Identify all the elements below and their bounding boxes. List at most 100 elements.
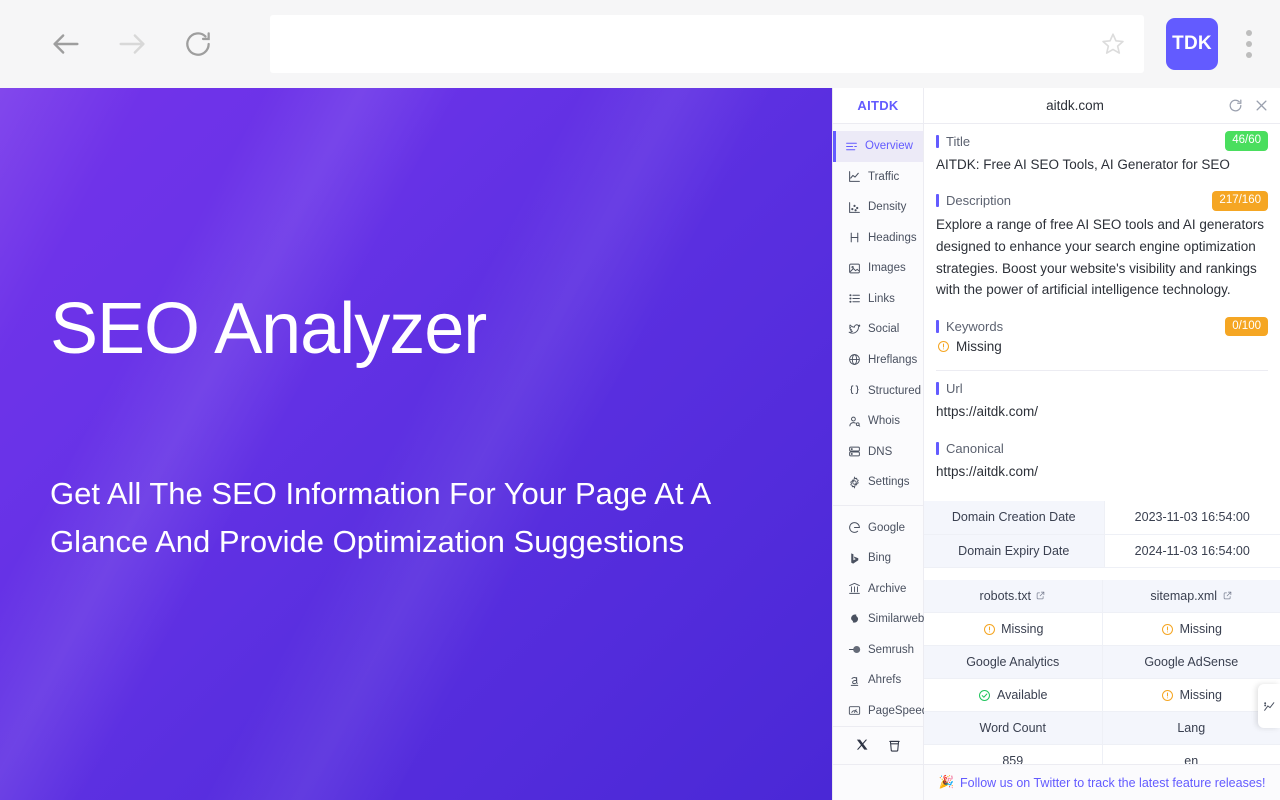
robots-txt-status: Missing (924, 612, 1103, 647)
field-url: Url https://aitdk.com/ (924, 375, 1280, 431)
sidebar-item-similarweb[interactable]: Similarweb (833, 604, 924, 635)
check-circle-icon (978, 688, 992, 702)
sidebar-item-pagespeed[interactable]: PageSpeed (833, 696, 928, 727)
content-scroll-area[interactable]: Title 46/60 AITDK: Free AI SEO Tools, AI… (924, 124, 1280, 764)
forward-button[interactable] (104, 16, 160, 72)
table-row: Available Missing (924, 678, 1280, 713)
field-keywords-label-group: Keywords (936, 319, 1003, 334)
sidebar-item-links[interactable]: Links (833, 284, 923, 315)
google-analytics-status: Available (924, 678, 1103, 713)
field-title-header: Title 46/60 (936, 128, 1268, 154)
robots-txt-header[interactable]: robots.txt (924, 579, 1103, 614)
google-adsense-status: Missing (1102, 678, 1280, 713)
external-link-icon (1222, 591, 1232, 601)
domain-dates-table: Domain Creation Date 2023-11-03 16:54:00… (924, 501, 1280, 568)
semrush-icon (847, 643, 861, 657)
sidebar-item-headings[interactable]: Headings (833, 223, 923, 254)
sidebar-item-hreflangs[interactable]: Hreflangs (833, 345, 923, 376)
sidebar-item-label: Traffic (868, 170, 900, 183)
sidebar-item-ahrefs[interactable]: Ahrefs (833, 665, 923, 696)
sidebar-item-social[interactable]: Social (833, 314, 923, 345)
traffic-icon (847, 170, 861, 184)
field-canonical-header: Canonical (936, 435, 1268, 461)
reload-button[interactable] (170, 16, 226, 72)
google-icon (847, 521, 861, 535)
menu-dot (1246, 41, 1252, 47)
panel-footer-left (833, 765, 924, 800)
sidebar-item-settings[interactable]: Settings (833, 467, 923, 498)
address-bar[interactable] (270, 15, 1144, 73)
field-url-header: Url (936, 375, 1268, 401)
sidebar-item-images[interactable]: Images (833, 253, 923, 284)
title-value: AITDK: Free AI SEO Tools, AI Generator f… (936, 157, 1230, 172)
sidebar-item-overview[interactable]: Overview (833, 131, 923, 162)
status-grid-table: robots.txt sitemap.xml Missing Missing G… (924, 579, 1280, 764)
structured-icon (847, 384, 861, 398)
panel-brand: AITDK (833, 88, 924, 123)
warning-icon (936, 340, 950, 354)
browser-menu-button[interactable] (1226, 16, 1272, 72)
reload-icon (186, 32, 210, 56)
sidebar-item-label: Links (868, 292, 895, 305)
sidebar-item-density[interactable]: Density (833, 192, 923, 223)
table-row-header: Word Count Lang (924, 711, 1280, 746)
field-canonical-label: Canonical (946, 440, 1004, 456)
field-keywords-label: Keywords (946, 318, 1004, 334)
field-title-label-group: Title (936, 134, 970, 149)
address-input[interactable] (284, 34, 1096, 54)
sitemap-xml-label: sitemap.xml (1150, 588, 1218, 603)
panel-refresh-button[interactable] (1226, 97, 1244, 115)
back-button[interactable] (38, 16, 94, 72)
sitemap-xml-status: Missing (1102, 612, 1280, 647)
robots-txt-status-label: Missing (1001, 622, 1044, 637)
sidebar-item-label: Overview (865, 140, 913, 153)
archive-icon (847, 582, 861, 596)
bookmark-star-button[interactable] (1096, 27, 1130, 61)
field-canonical: Canonical https://aitdk.com/ (924, 435, 1280, 491)
sidebar-item-label: Structured (868, 384, 922, 397)
sidebar-item-label: Google (868, 521, 906, 534)
domain-expiry-date-key: Domain Expiry Date (924, 534, 1105, 568)
title-length-badge: 46/60 (1225, 131, 1268, 151)
twitter-follow-banner-label: Follow us on Twitter to track the latest… (960, 775, 1266, 790)
buy-me-a-coffee-icon[interactable] (886, 738, 902, 754)
similarweb-icon (847, 612, 861, 626)
sidebar-item-traffic[interactable]: Traffic (833, 162, 923, 193)
chart-tab-icon[interactable] (1258, 684, 1280, 728)
party-popper-icon: 🎉 (938, 775, 955, 789)
sidebar-item-google[interactable]: Google (833, 512, 923, 543)
url-value: https://aitdk.com/ (936, 404, 1039, 420)
sidebar-item-bing[interactable]: Bing (833, 543, 923, 574)
table-row: 859 en (924, 744, 1280, 764)
sidebar-item-semrush[interactable]: Semrush (833, 635, 923, 666)
panel-close-button[interactable] (1252, 97, 1270, 115)
twitter-follow-banner[interactable]: 🎉 Follow us on Twitter to track the late… (924, 765, 1280, 800)
density-icon (847, 200, 861, 214)
keywords-status: Missing (936, 339, 1268, 360)
sidebar-item-whois[interactable]: Whois (833, 406, 923, 437)
sitemap-xml-header[interactable]: sitemap.xml (1102, 579, 1280, 614)
page-title: SEO Analyzer (50, 289, 487, 369)
sidebar-item-dns[interactable]: DNS (833, 436, 923, 467)
close-icon (1256, 100, 1266, 111)
twitter-x-icon[interactable] (854, 738, 870, 754)
sidebar-item-label: Images (868, 262, 906, 275)
whois-icon (847, 414, 861, 428)
sidebar-item-structured[interactable]: Structured (833, 375, 923, 406)
panel-header: AITDK aitdk.com (833, 88, 1280, 124)
table-row: Domain Creation Date 2023-11-03 16:54:00 (924, 501, 1280, 535)
panel-footer: 🎉 Follow us on Twitter to track the late… (833, 764, 1280, 800)
sidebar-item-label: Settings (868, 476, 910, 489)
headings-icon (847, 231, 861, 245)
menu-dot (1246, 30, 1252, 36)
sidebar-item-label: Density (868, 201, 907, 214)
keywords-status-label: Missing (956, 339, 1002, 355)
field-marker-icon (936, 319, 939, 333)
extension-icon-tdk[interactable]: TDK (1166, 18, 1218, 70)
google-analytics-header: Google Analytics (924, 645, 1103, 680)
sidebar-item-archive[interactable]: Archive (833, 573, 923, 604)
overview-icon (844, 139, 858, 153)
canonical-value: https://aitdk.com/ (936, 464, 1039, 480)
page-viewport: SEO Analyzer Get All The SEO Information… (0, 88, 1280, 800)
field-url-label: Url (946, 380, 963, 396)
